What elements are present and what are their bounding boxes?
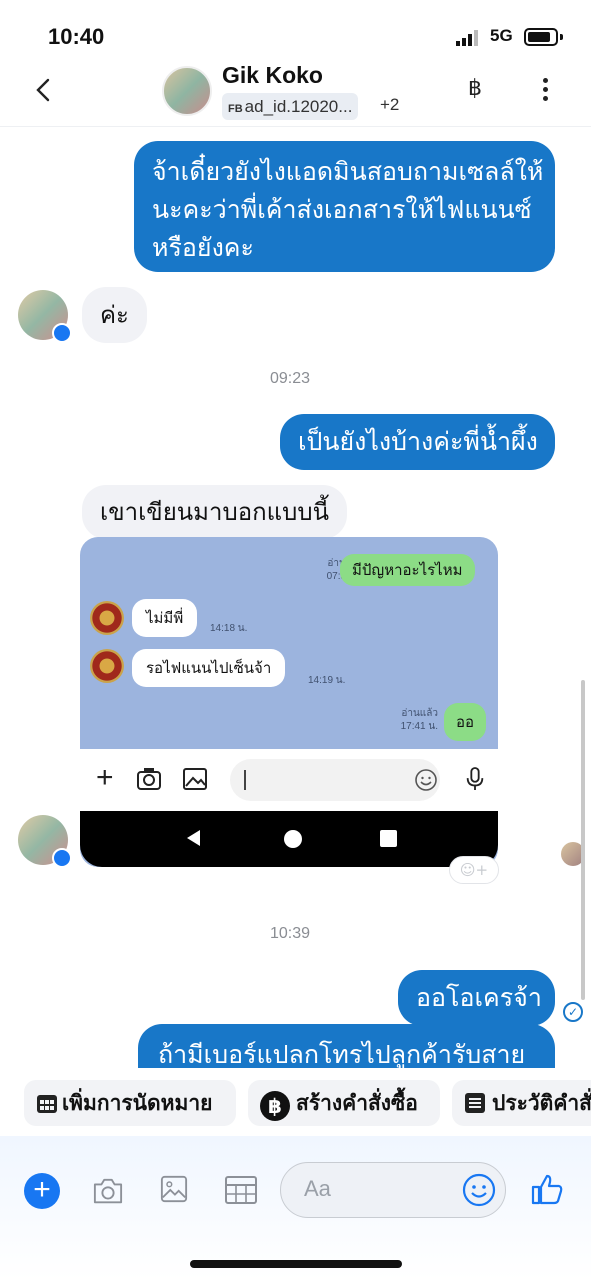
add-reaction-icon[interactable]: ☺+ bbox=[449, 856, 499, 884]
line-input bbox=[230, 759, 440, 801]
chip-label: ประวัติคำสั่งซื้อ bbox=[492, 1091, 591, 1115]
chat-avatar bbox=[90, 649, 124, 683]
microphone-icon bbox=[466, 767, 484, 790]
list-icon bbox=[465, 1093, 485, 1113]
chat-bubble-out: มีปัญหาอะไรไหม bbox=[340, 554, 475, 586]
outgoing-message[interactable]: เป็นยังไงบ้างค่ะพี่น้ำผึ้ง bbox=[280, 414, 555, 470]
network-label: 5G bbox=[490, 26, 513, 45]
header-divider bbox=[0, 126, 591, 127]
read-status: อ่านแล้ว 17:41 น. bbox=[400, 708, 438, 732]
emoji-icon bbox=[415, 769, 437, 791]
table-icon[interactable] bbox=[224, 1175, 258, 1205]
chip-label: สร้างคำสั่งซื้อ bbox=[296, 1091, 418, 1115]
payment-button[interactable]: ฿ bbox=[468, 76, 482, 101]
sent-check-icon: ✓ bbox=[563, 1002, 583, 1022]
message-line: หรือยังคะ bbox=[152, 233, 254, 262]
signal-icon bbox=[456, 30, 478, 46]
battery-icon bbox=[524, 28, 558, 46]
incoming-message[interactable]: ค่ะ bbox=[82, 287, 147, 343]
timestamp: 09:23 bbox=[270, 370, 311, 387]
nav-recents-icon bbox=[380, 830, 397, 847]
partial-message-clip: ถ้ามีเบอร์แปลกโทรไปลูกค้ารับสาย bbox=[0, 1024, 591, 1068]
message-line: นะคะว่าพี่เค้าส่งเอกสารให้ไฟแนนซ์ bbox=[152, 195, 532, 224]
add-appointment-chip[interactable]: เพิ่มการนัดหมาย bbox=[24, 1080, 236, 1126]
nav-home-icon bbox=[284, 830, 302, 848]
order-history-chip[interactable]: ประวัติคำสั่งซื้อ bbox=[452, 1080, 591, 1126]
status-time: 10:40 bbox=[48, 24, 105, 49]
quick-actions-bar: เพิ่มการนัดหมาย ฿สร้างคำสั่งซื้อ ประวัติ… bbox=[0, 1068, 591, 1136]
text-cursor bbox=[244, 770, 246, 790]
chat-time: 14:18 น. bbox=[210, 623, 248, 634]
more-options-icon[interactable] bbox=[538, 78, 552, 104]
create-order-chip[interactable]: ฿สร้างคำสั่งซื้อ bbox=[248, 1080, 440, 1126]
chat-avatar bbox=[90, 601, 124, 635]
incoming-message[interactable]: เขาเขียนมาบอกแบบนี้ bbox=[82, 485, 347, 539]
outgoing-message[interactable]: ถ้ามีเบอร์แปลกโทรไปลูกค้ารับสาย bbox=[138, 1024, 555, 1068]
messenger-badge-icon bbox=[52, 848, 72, 868]
back-icon[interactable] bbox=[30, 76, 58, 104]
emoji-icon[interactable] bbox=[462, 1173, 496, 1207]
contact-name[interactable]: Gik Koko bbox=[222, 62, 323, 89]
outgoing-message[interactable]: ออโอเครจ้า bbox=[398, 970, 555, 1026]
like-icon[interactable] bbox=[530, 1172, 564, 1206]
messenger-badge-icon bbox=[52, 323, 72, 343]
ad-id-text: ad_id.12020... bbox=[244, 97, 353, 116]
image-icon bbox=[183, 768, 207, 790]
message-placeholder: Aa bbox=[304, 1176, 331, 1201]
camera-icon bbox=[137, 768, 161, 790]
message-line: จ้าเดี๋ยวยังไงแอดมินสอบถามเซลล์ให้ bbox=[152, 157, 544, 186]
fb-label: FB bbox=[228, 103, 243, 115]
attached-screenshot[interactable]: อ่านแล้ว07:57 น. มีปัญหาอะไรไหม ไม่มีพี่… bbox=[80, 537, 498, 867]
nav-back-icon bbox=[187, 830, 200, 846]
scrollbar[interactable] bbox=[581, 680, 585, 1000]
outgoing-message[interactable]: จ้าเดี๋ยวยังไงแอดมินสอบถามเซลล์ให้ นะคะว… bbox=[134, 141, 555, 272]
add-icon[interactable]: + bbox=[24, 1173, 60, 1209]
camera-icon[interactable] bbox=[90, 1176, 126, 1206]
calendar-icon bbox=[37, 1095, 57, 1113]
chat-bubble-in: ไม่มีพี่ bbox=[132, 599, 198, 637]
plus-icon: + bbox=[96, 761, 114, 794]
ad-id-tag[interactable]: FB ad_id.12020... bbox=[222, 93, 359, 120]
baht-icon: ฿ bbox=[260, 1091, 290, 1121]
chat-bubble-in: รอไฟแนนไปเซ็นจ้า bbox=[132, 649, 286, 687]
contact-avatar[interactable] bbox=[162, 66, 212, 116]
timestamp: 10:39 bbox=[270, 925, 311, 942]
battery-tip bbox=[560, 34, 563, 40]
gallery-icon[interactable] bbox=[160, 1174, 188, 1204]
chat-time: 14:19 น. bbox=[308, 675, 346, 686]
home-indicator bbox=[190, 1260, 402, 1268]
chat-bubble-out: ออ bbox=[444, 703, 487, 741]
more-tags-count[interactable]: +2 bbox=[380, 95, 399, 115]
chip-label: เพิ่มการนัดหมาย bbox=[62, 1091, 213, 1115]
